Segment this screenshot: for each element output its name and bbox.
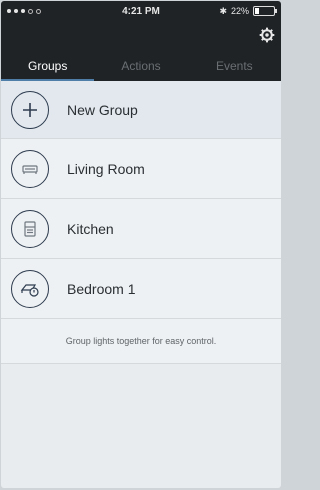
tab-events[interactable]: Events xyxy=(188,51,281,81)
fridge-icon xyxy=(11,209,49,248)
new-group-row[interactable]: New Group xyxy=(1,81,281,139)
header-area: 4:21 PM ✱ 22% Groups Actions Events xyxy=(1,1,281,81)
tab-actions[interactable]: Actions xyxy=(94,51,187,81)
app-header xyxy=(1,21,281,51)
tab-groups[interactable]: Groups xyxy=(1,51,95,81)
group-row-living-room[interactable]: Living Room xyxy=(1,139,281,199)
groups-list: New Group Living Room Kitchen Bedroom 1 … xyxy=(1,81,281,364)
group-label: Bedroom 1 xyxy=(67,280,136,297)
plus-icon xyxy=(11,90,49,129)
battery-icon xyxy=(253,6,277,16)
group-label: Kitchen xyxy=(67,220,114,237)
new-group-label: New Group xyxy=(67,101,138,118)
status-bar: 4:21 PM ✱ 22% xyxy=(1,1,281,21)
bed-clock-icon xyxy=(11,269,49,308)
tab-bar: Groups Actions Events xyxy=(1,51,281,81)
app-screen: 4:21 PM ✱ 22% Groups Actions Events New … xyxy=(1,1,281,488)
groups-hint-text: Group lights together for easy control. xyxy=(1,319,281,364)
group-label: Living Room xyxy=(67,160,145,177)
status-time: 4:21 PM xyxy=(122,5,160,17)
group-row-bedroom-1[interactable]: Bedroom 1 xyxy=(1,259,281,319)
sofa-icon xyxy=(11,149,49,188)
gear-icon[interactable] xyxy=(259,27,275,43)
group-row-kitchen[interactable]: Kitchen xyxy=(1,199,281,259)
